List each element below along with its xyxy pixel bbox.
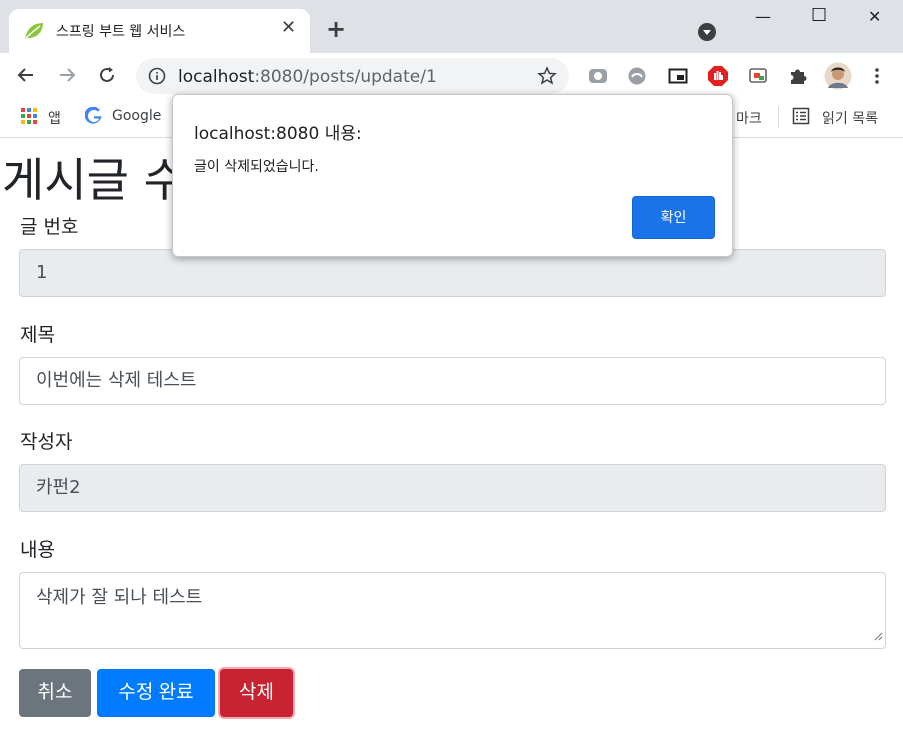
puzzle-extensions-icon[interactable] (788, 66, 808, 90)
content-label: 내용 (20, 539, 55, 561)
tab-close-icon[interactable]: ✕ (281, 17, 296, 38)
toolbar: localhost:8080/posts/update/1 (0, 53, 903, 98)
bookmark-apps[interactable]: 앱 (48, 108, 61, 128)
bookmark-star-icon[interactable] (537, 66, 557, 90)
id-label: 글 번호 (20, 216, 79, 238)
content-textarea[interactable]: 삭제가 잘 되나 테스트 (19, 572, 886, 649)
google-icon (84, 106, 103, 129)
url-text[interactable]: localhost:8080/posts/update/1 (178, 67, 437, 87)
cast-icon[interactable] (748, 66, 768, 90)
info-icon[interactable] (148, 67, 166, 89)
adblock-icon[interactable] (707, 65, 729, 91)
dialog-message: 글이 삭제되었습니다. (194, 159, 319, 175)
dialog-title: localhost:8080 내용: (194, 124, 362, 144)
minimize-button[interactable]: — (755, 7, 771, 26)
extension-icon-2[interactable] (627, 66, 647, 90)
cancel-button[interactable]: 취소 (19, 669, 91, 717)
address-bar[interactable]: localhost:8080/posts/update/1 (136, 58, 569, 94)
tab-title: 스프링 부트 웹 서비스 (56, 24, 186, 40)
tab-strip: 스프링 부트 웹 서비스 ✕ + — ☐ ✕ (0, 0, 903, 53)
delete-button[interactable]: 삭제 (220, 669, 293, 717)
avatar[interactable] (824, 62, 852, 94)
bookmark-divider (778, 106, 779, 128)
title-field[interactable]: 이번에는 삭제 테스트 (19, 357, 886, 405)
apps-grid-icon[interactable] (20, 107, 38, 129)
ok-button[interactable]: 확인 (632, 196, 715, 239)
browser-tab[interactable]: 스프링 부트 웹 서비스 ✕ (9, 9, 310, 53)
close-window-button[interactable]: ✕ (868, 7, 881, 26)
menu-icon[interactable] (874, 66, 880, 90)
resize-handle-icon[interactable] (873, 625, 883, 646)
bookmark-partial[interactable]: 마크 (736, 108, 762, 128)
bookmark-google[interactable]: Google (112, 108, 161, 124)
reading-list[interactable]: 읽기 목록 (822, 108, 878, 128)
update-button[interactable]: 수정 완료 (97, 669, 215, 717)
author-label: 작성자 (20, 431, 73, 453)
title-label: 제목 (20, 324, 55, 346)
content-text: 삭제가 잘 되나 테스트 (36, 587, 203, 608)
profile-dropdown-icon[interactable] (697, 22, 717, 46)
spring-leaf-icon (23, 21, 45, 45)
back-icon[interactable] (16, 65, 36, 89)
maximize-button[interactable]: ☐ (811, 5, 827, 26)
new-tab-button[interactable]: + (326, 17, 346, 41)
page-title: 게시글 수 (2, 153, 186, 207)
reading-list-icon (792, 107, 810, 129)
reload-icon[interactable] (97, 65, 117, 89)
author-field[interactable]: 카펀2 (19, 464, 886, 512)
alert-dialog: localhost:8080 내용: 글이 삭제되었습니다. 확인 (172, 94, 733, 257)
picture-in-picture-icon[interactable] (668, 66, 688, 90)
forward-icon[interactable] (57, 65, 77, 89)
extension-icon-1[interactable] (588, 66, 608, 90)
